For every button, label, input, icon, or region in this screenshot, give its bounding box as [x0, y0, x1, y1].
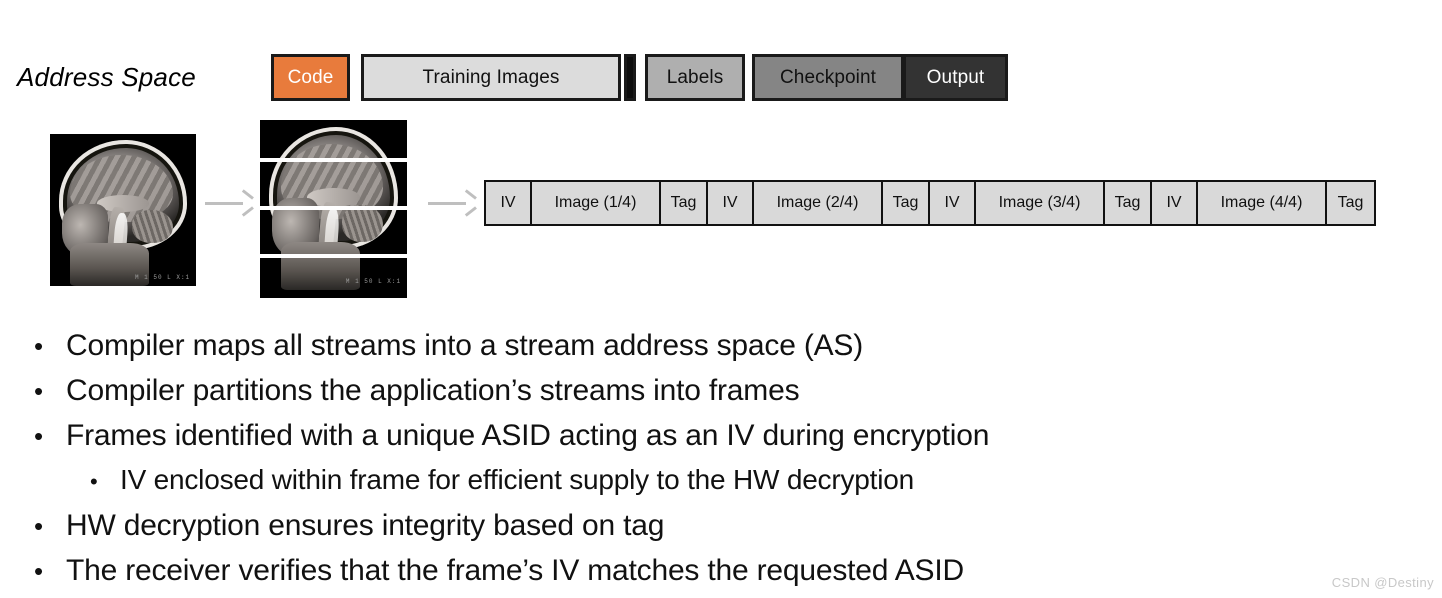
address-space-block-training-images-label: Training Images: [422, 66, 560, 88]
watermark: CSDN @Destiny: [1331, 575, 1434, 590]
encrypted-frame-strip: IV Image (1/4) Tag IV Image (2/4) Tag IV…: [484, 180, 1376, 226]
bullet-list: • Compiler maps all streams into a strea…: [34, 328, 1394, 598]
mri-cerebellum: [131, 210, 173, 244]
frame-cell-tag: Tag: [883, 182, 930, 224]
address-space-block-labels-label: Labels: [666, 66, 724, 88]
address-space-row: Address Space Code Training Images Label…: [0, 24, 1442, 101]
pipeline-row: M 1 50 L X:1 M 1 50 L X:1 IV Image (1/4)…: [0, 110, 1442, 300]
mri-art: [260, 120, 407, 158]
arrow-head: [240, 196, 251, 210]
address-space-block-output[interactable]: Output: [903, 54, 1008, 101]
bullet-marker-icon: •: [34, 556, 44, 586]
bullet-marker-icon: •: [34, 376, 44, 406]
mri-art: [260, 210, 407, 254]
mri-art: M 1 50 L X:1: [50, 134, 196, 286]
frame-cell-tag: Tag: [661, 182, 708, 224]
arrow-head: [463, 196, 474, 210]
bullet-marker-icon: •: [34, 511, 44, 541]
bullet-item: • Frames identified with a unique ASID a…: [34, 418, 1394, 462]
bullet-item: • Compiler partitions the application’s …: [34, 373, 1394, 417]
mri-slice-2: [260, 162, 407, 206]
bullet-text: Frames identified with a unique ASID act…: [66, 419, 990, 452]
mri-cerebellum: [342, 210, 384, 243]
mri-slice-3: [260, 210, 407, 254]
partition-arrow-icon: [205, 196, 251, 210]
bullet-marker-icon: •: [34, 331, 44, 361]
address-space-block-output-label: Output: [926, 66, 985, 88]
mri-slice-1: [260, 120, 407, 158]
bullet-item: • The receiver verifies that the frame’s…: [34, 553, 1394, 597]
address-space-label: Address Space: [17, 62, 196, 92]
bullet-marker-icon: •: [34, 421, 44, 451]
address-space-block-labels[interactable]: Labels: [645, 54, 745, 101]
mri-neck: [280, 242, 360, 254]
address-space-block-training-images[interactable]: Training Images: [361, 54, 621, 101]
encrypt-arrow-icon: [428, 196, 474, 210]
frame-cell-image: Image (3/4): [976, 182, 1105, 224]
frame-cell-image: Image (4/4): [1198, 182, 1327, 224]
bullet-text: Compiler maps all streams into a stream …: [66, 329, 864, 362]
mri-art: M 1 50 L X:1: [260, 258, 407, 290]
address-space-block-checkpoint-label: Checkpoint: [779, 66, 877, 88]
address-space-block-code[interactable]: Code: [271, 54, 350, 101]
frame-cell-iv: IV: [1152, 182, 1198, 224]
bullet-text: HW decryption ensures integrity based on…: [66, 509, 665, 542]
frame-cell-iv: IV: [708, 182, 754, 224]
arrow-shaft: [205, 202, 243, 205]
mri-scan-original-image: M 1 50 L X:1: [50, 134, 196, 286]
mri-scan-stamp: M 1 50 L X:1: [134, 274, 191, 282]
frame-cell-iv: IV: [486, 182, 532, 224]
bullet-item: • HW decryption ensures integrity based …: [34, 508, 1394, 552]
mri-slice-1-inner: [260, 120, 407, 158]
address-space-block-code-label: Code: [287, 66, 334, 88]
mri-art: [260, 162, 407, 206]
mri-slice-3-inner: [260, 210, 407, 254]
address-space-block-checkpoint[interactable]: Checkpoint: [752, 54, 904, 101]
mri-slice-4-inner: M 1 50 L X:1: [260, 258, 407, 290]
frame-cell-image: Image (2/4): [754, 182, 883, 224]
mri-scan-sliced-image: M 1 50 L X:1: [260, 120, 407, 298]
frame-cell-image: Image (1/4): [532, 182, 661, 224]
bullet-marker-icon: •: [90, 469, 98, 494]
mri-scan-stamp: M 1 50 L X:1: [345, 277, 402, 285]
mri-slice-2-inner: [260, 162, 407, 206]
mri-neck: [280, 258, 360, 290]
bullet-item: • Compiler maps all streams into a strea…: [34, 328, 1394, 372]
bullet-text: IV enclosed within frame for efficient s…: [120, 464, 915, 495]
frame-cell-iv: IV: [930, 182, 976, 224]
bullet-text: Compiler partitions the application’s st…: [66, 374, 800, 407]
address-space-block-sliver: [624, 54, 636, 101]
arrow-shaft: [428, 202, 466, 205]
mri-slice-4: M 1 50 L X:1: [260, 258, 407, 298]
bullet-item-sub: • IV enclosed within frame for efficient…: [34, 463, 1394, 507]
frame-cell-tag: Tag: [1105, 182, 1152, 224]
bullet-text: The receiver verifies that the frame’s I…: [66, 554, 964, 587]
frame-cell-tag: Tag: [1327, 182, 1374, 224]
